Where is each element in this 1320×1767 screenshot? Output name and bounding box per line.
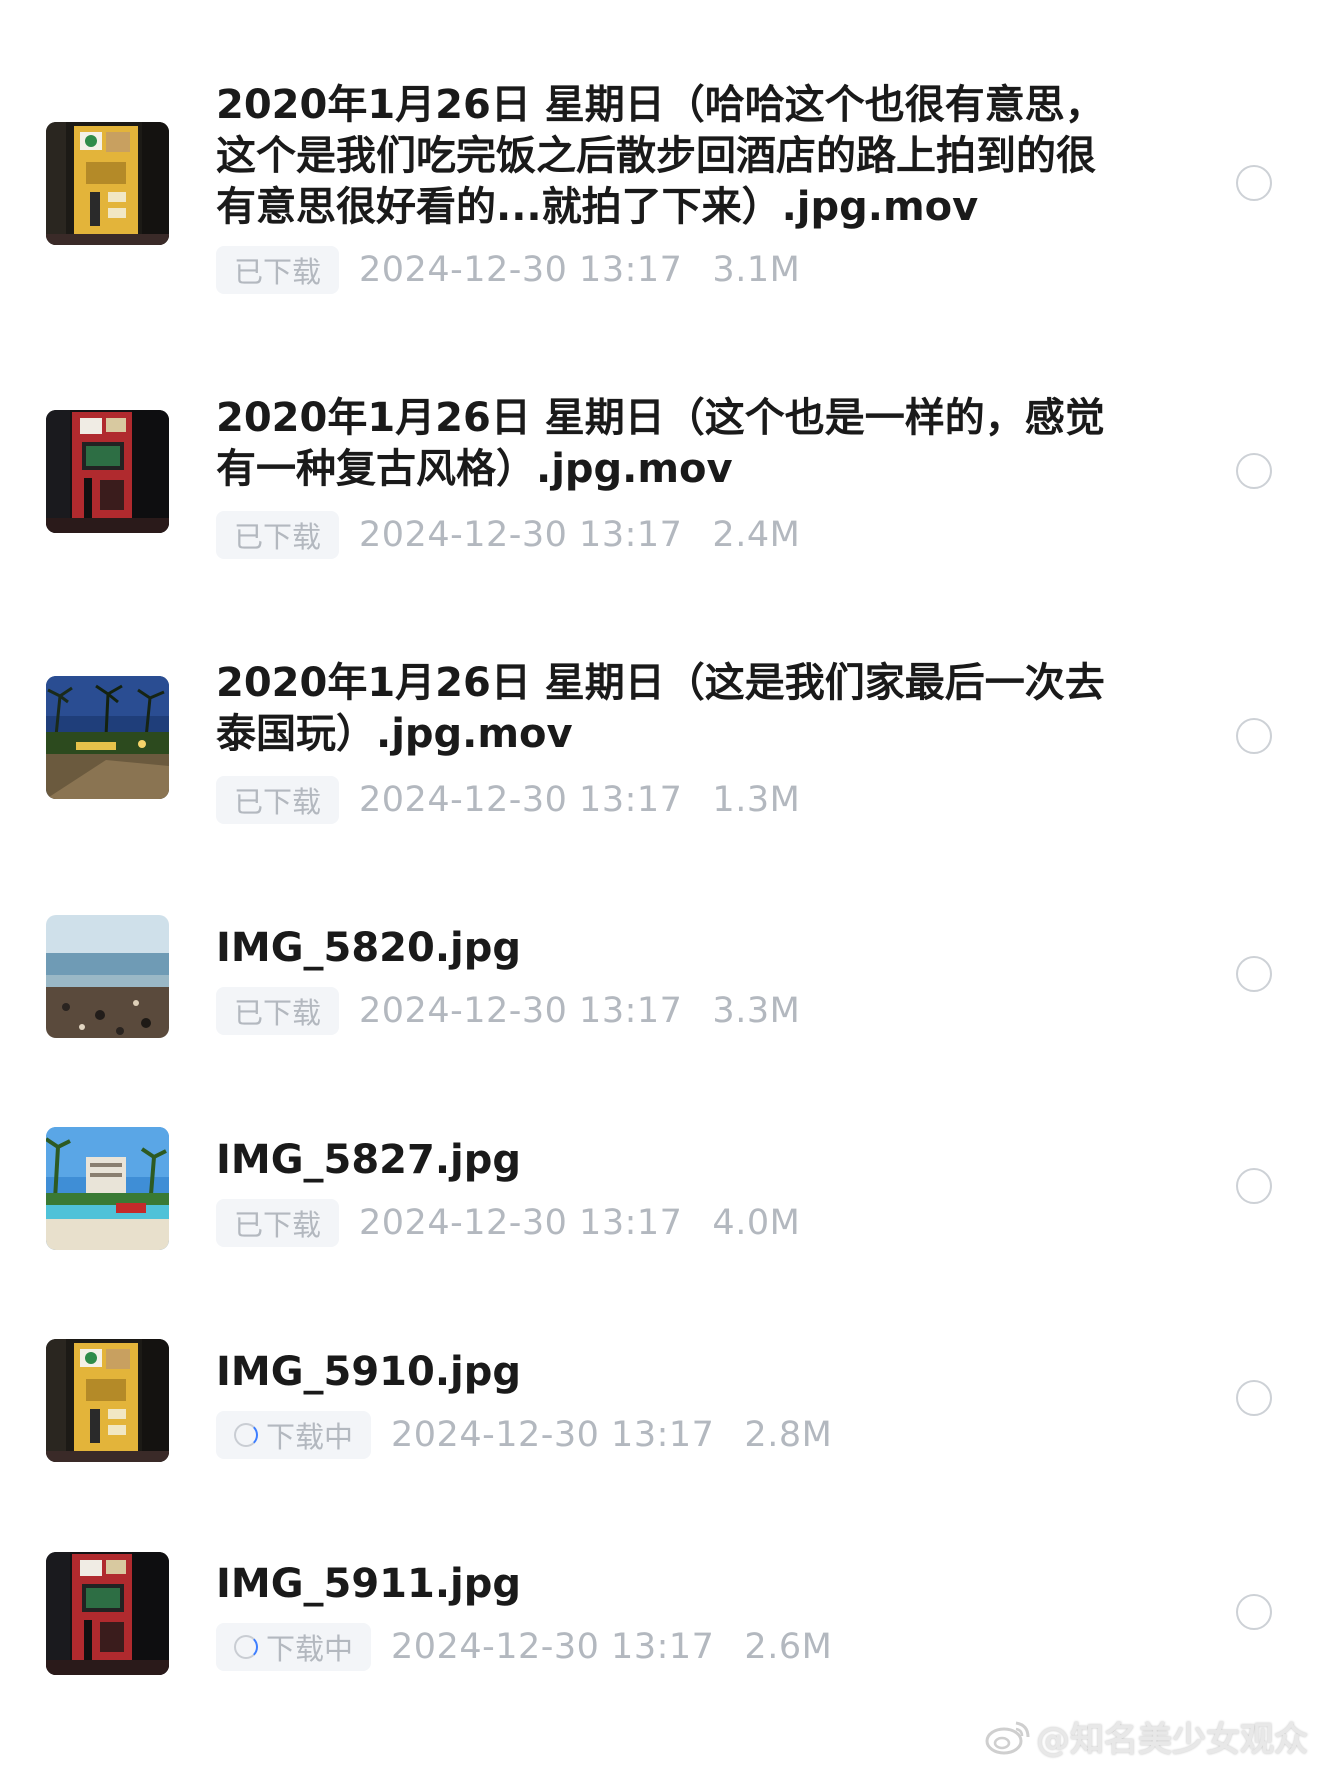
weibo-icon: [985, 1721, 1030, 1754]
status-label: 已下载: [234, 255, 322, 289]
file-name: IMG_5820.jpg: [216, 925, 522, 971]
status-badge: 已下载: [216, 246, 340, 294]
file-name: 2020年1月26日 星期日（哈哈这个也很有意思，这个是我们吃完饭之后散步回酒店…: [216, 82, 1105, 230]
spinner-icon: [234, 1635, 258, 1659]
status-badge: 已下载: [216, 511, 340, 559]
spinner-icon: [234, 1423, 258, 1447]
file-date: 2024-12-30 13:17: [359, 1203, 683, 1243]
watermark-text: @知名美少女观众: [1036, 1720, 1308, 1760]
file-name: 2020年1月26日 星期日（这个也是一样的，感觉有一种复古风格）.jpg.mo…: [216, 395, 1105, 492]
file-name: 2020年1月26日 星期日（这是我们家最后一次去泰国玩）.jpg.mov: [216, 660, 1105, 757]
file-meta: 下载中 2024-12-30 13:17 2.6M: [216, 1623, 832, 1671]
file-date: 2024-12-30 13:17: [359, 250, 683, 290]
yellow-kiosk-thumbnail[interactable]: [46, 1339, 169, 1462]
yellow-kiosk-thumbnail[interactable]: [46, 122, 169, 245]
status-label: 下载中: [266, 1632, 354, 1666]
select-radio[interactable]: [1236, 1380, 1272, 1416]
file-date: 2024-12-30 13:17: [359, 780, 683, 820]
status-badge: 下载中: [216, 1623, 372, 1671]
file-meta: 已下载 2024-12-30 13:17 3.1M: [216, 246, 800, 294]
file-date: 2024-12-30 13:17: [391, 1627, 715, 1667]
file-size: 2.4M: [712, 515, 801, 555]
select-radio[interactable]: [1236, 1168, 1272, 1204]
file-size: 3.1M: [712, 250, 801, 290]
status-label: 已下载: [234, 1208, 322, 1242]
status-label: 已下载: [234, 520, 322, 554]
status-badge: 已下载: [216, 987, 340, 1035]
status-badge: 已下载: [216, 1199, 340, 1247]
file-size: 1.3M: [712, 780, 801, 820]
select-radio[interactable]: [1236, 165, 1272, 201]
file-date: 2024-12-30 13:17: [359, 991, 683, 1031]
file-date: 2024-12-30 13:17: [391, 1415, 715, 1455]
file-meta: 下载中 2024-12-30 13:17 2.8M: [216, 1411, 832, 1459]
red-kiosk-thumbnail[interactable]: [46, 410, 169, 533]
file-size: 2.8M: [744, 1415, 833, 1455]
file-name: IMG_5911.jpg: [216, 1561, 522, 1607]
beach-thumbnail[interactable]: [46, 915, 169, 1038]
file-name: IMG_5910.jpg: [216, 1349, 522, 1395]
night-palms-thumbnail[interactable]: [46, 676, 169, 799]
watermark: @知名美少女观众: [984, 1712, 1308, 1761]
select-radio[interactable]: [1236, 718, 1272, 754]
file-name: IMG_5827.jpg: [216, 1137, 522, 1183]
file-size: 3.3M: [712, 991, 801, 1031]
select-radio[interactable]: [1236, 1594, 1272, 1630]
file-size: 2.6M: [744, 1627, 833, 1667]
file-meta: 已下载 2024-12-30 13:17 4.0M: [216, 1199, 800, 1247]
status-label: 下载中: [266, 1420, 354, 1454]
file-date: 2024-12-30 13:17: [359, 515, 683, 555]
select-radio[interactable]: [1236, 956, 1272, 992]
file-meta: 已下载 2024-12-30 13:17 1.3M: [216, 776, 800, 824]
status-badge: 已下载: [216, 776, 340, 824]
select-radio[interactable]: [1236, 453, 1272, 489]
status-label: 已下载: [234, 785, 322, 819]
red-kiosk-thumbnail[interactable]: [46, 1552, 169, 1675]
file-meta: 已下载 2024-12-30 13:17 2.4M: [216, 511, 800, 559]
file-meta: 已下载 2024-12-30 13:17 3.3M: [216, 987, 800, 1035]
resort-pool-thumbnail[interactable]: [46, 1127, 169, 1250]
file-size: 4.0M: [712, 1203, 801, 1243]
status-badge: 下载中: [216, 1411, 372, 1459]
status-label: 已下载: [234, 996, 322, 1030]
